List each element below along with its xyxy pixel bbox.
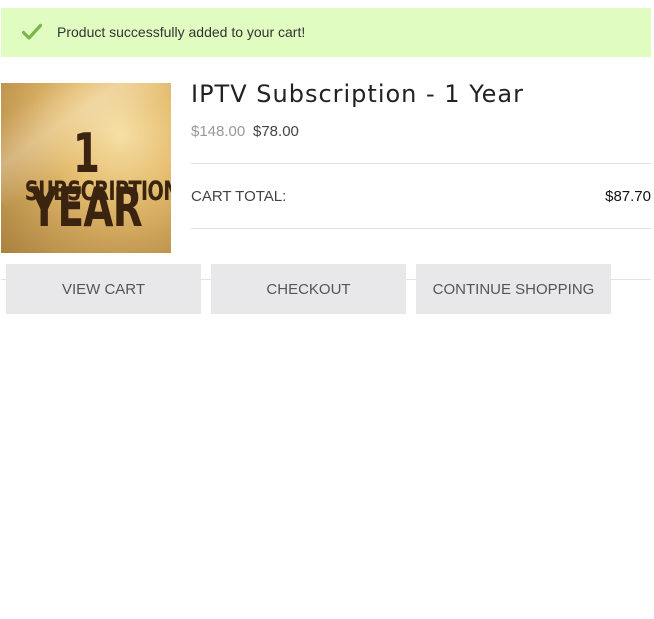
cart-total-value: $87.70 <box>605 188 651 205</box>
checkmark-icon <box>22 23 42 40</box>
continue-shopping-button[interactable]: CONTINUE SHOPPING <box>416 264 611 314</box>
product-title: IPTV Subscription - 1 Year <box>191 80 525 108</box>
divider <box>191 163 651 164</box>
cart-total-label: CART TOTAL: <box>191 188 287 205</box>
product-new-price: $78.00 <box>253 123 299 140</box>
success-notice: Product successfully added to your cart! <box>1 8 651 57</box>
divider <box>191 228 651 229</box>
product-image: 1 YEAR SUBSCRIPTION <box>1 83 171 253</box>
view-cart-button[interactable]: VIEW CART <box>6 264 201 314</box>
notice-message: Product successfully added to your cart! <box>57 24 306 40</box>
checkout-button[interactable]: CHECKOUT <box>211 264 406 314</box>
product-image-text-line2: SUBSCRIPTION <box>24 176 171 207</box>
product-old-price: $148.00 <box>191 123 246 140</box>
